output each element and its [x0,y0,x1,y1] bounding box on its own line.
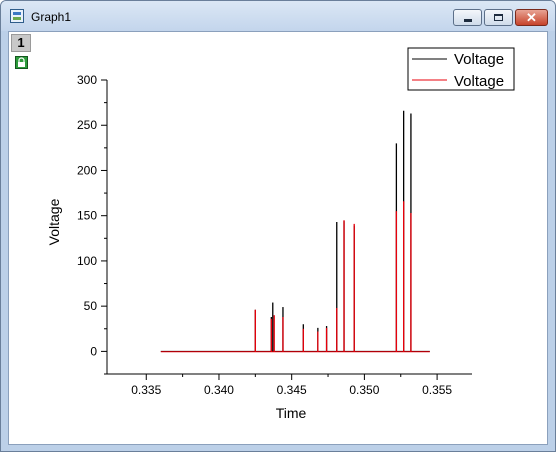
x-tick-label: 0.340 [204,383,234,397]
y-tick-label: 100 [77,254,97,268]
y-tick-label: 50 [84,299,98,313]
x-tick-label: 0.335 [131,383,161,397]
minimize-button[interactable] [453,9,482,26]
y-axis-label: Voltage [46,198,62,245]
maximize-button[interactable] [484,9,513,26]
graph-page[interactable]: 1 0.335 0.340 0.345 0.350 0.355 0 50 100 150 200 2… [8,31,548,445]
maximize-icon [494,14,503,21]
title-bar[interactable]: Graph1 ✕ [1,1,555,31]
plot-area[interactable]: 0.335 0.340 0.345 0.350 0.355 0 50 100 150 200 250… [9,32,547,444]
y-tick-label: 150 [77,209,97,223]
y-tick-label: 200 [77,163,97,177]
window-title: Graph1 [31,10,72,24]
y-tick-label: 0 [90,344,97,358]
y-tick-label: 250 [77,118,97,132]
legend-entry-2: Voltage [454,73,504,90]
x-axis-label: Time [276,405,307,421]
graph-window-icon [10,9,24,23]
legend-entry-1: Voltage [454,51,504,68]
series-voltage-black [160,110,430,352]
x-tick-label: 0.350 [349,383,379,397]
close-icon: ✕ [526,10,537,25]
series-group [160,110,430,353]
series-voltage-red [160,201,430,353]
close-button[interactable]: ✕ [515,9,548,26]
minimize-icon [464,19,472,22]
axes [101,79,472,380]
legend[interactable]: Voltage Voltage [407,47,515,91]
graph-window: Graph1 ✕ 1 0.335 0.340 0.345 0.350 0.355 0 50 1… [0,0,556,452]
y-tick-label: 300 [77,73,97,87]
x-tick-label: 0.345 [277,383,307,397]
x-tick-label: 0.355 [422,383,452,397]
